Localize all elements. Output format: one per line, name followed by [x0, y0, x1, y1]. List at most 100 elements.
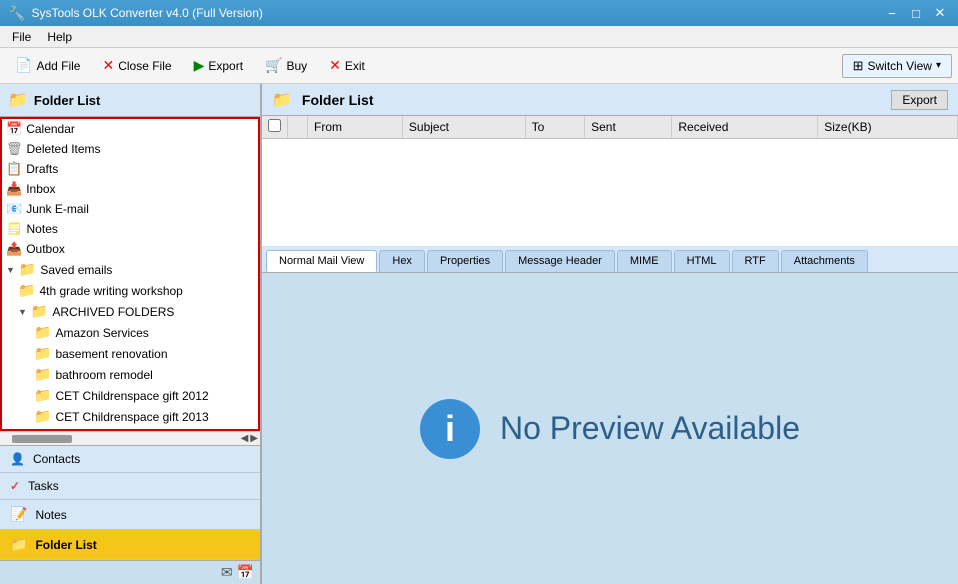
junk-icon: 📧 — [6, 201, 22, 217]
deleted-icon: 🗑 — [6, 141, 23, 157]
folder-list-header: 📁 Folder List — [0, 84, 260, 117]
col-flag — [288, 116, 308, 139]
expand-saved-icon: ▼ — [6, 265, 15, 275]
nav-tasks[interactable]: ✓ Tasks — [0, 473, 260, 500]
preview-area: i No Preview Available — [262, 273, 958, 584]
notes-icon: 🗒 — [6, 221, 23, 237]
menu-help[interactable]: Help — [39, 28, 80, 46]
tree-item-inbox[interactable]: 📥 Inbox — [2, 179, 258, 199]
tab-mime[interactable]: MIME — [617, 250, 672, 272]
tab-hex[interactable]: Hex — [379, 250, 425, 272]
tab-attachments[interactable]: Attachments — [781, 250, 868, 272]
exit-button[interactable]: ✕ Exit — [320, 53, 374, 78]
menu-file[interactable]: File — [4, 28, 39, 46]
preview-info-icon: i — [420, 399, 480, 459]
buy-icon: 🛒 — [265, 57, 282, 74]
scroll-left-arrow[interactable]: ◀ — [241, 433, 249, 444]
tree-item-outbox[interactable]: 📤 Outbox — [2, 239, 258, 259]
amazon-folder-icon: 📁 — [34, 324, 51, 341]
add-file-icon: 📄 — [15, 57, 32, 74]
right-panel: 📁 Folder List Export From Subject To Sen… — [262, 84, 958, 584]
preview-text: No Preview Available — [500, 410, 800, 447]
menu-bar: File Help — [0, 26, 958, 48]
col-size: Size(KB) — [818, 116, 958, 139]
app-title: SysTools OLK Converter v4.0 (Full Versio… — [31, 6, 262, 20]
tree-item-archived[interactable]: ▼ 📁 ARCHIVED FOLDERS — [2, 301, 258, 322]
drafts-icon: 📋 — [6, 161, 22, 177]
basement-folder-icon: 📁 — [34, 345, 51, 362]
tree-item-writing-workshop[interactable]: 📁 4th grade writing workshop — [2, 280, 258, 301]
envelope-icon: ✉ — [221, 564, 233, 581]
switch-view-button[interactable]: ⊞ Switch View ▾ — [842, 54, 952, 78]
select-all-checkbox[interactable] — [268, 119, 281, 132]
close-file-button[interactable]: ✕ Close File — [93, 53, 180, 78]
right-folder-title: Folder List — [302, 92, 374, 108]
tree-item-cet2013[interactable]: 📁 CET Childrenspace gift 2013 — [2, 406, 258, 427]
tree-item-notes[interactable]: 🗒 Notes — [2, 219, 258, 239]
close-file-icon: ✕ — [102, 57, 114, 74]
nav-folder-icon: 📁 — [10, 536, 27, 553]
col-to: To — [525, 116, 584, 139]
tab-properties[interactable]: Properties — [427, 250, 503, 272]
folder-list-icon: 📁 — [8, 90, 28, 110]
folder-tree[interactable]: 📅 Calendar 🗑 Deleted Items 📋 Drafts 📥 In… — [0, 117, 260, 431]
add-file-button[interactable]: 📄 Add File — [6, 53, 89, 78]
inbox-icon: 📥 — [6, 181, 22, 197]
export-icon: ▶ — [194, 57, 205, 74]
maximize-button[interactable]: □ — [906, 4, 926, 22]
exit-icon: ✕ — [329, 57, 341, 74]
nav-folder-list[interactable]: 📁 Folder List — [0, 530, 260, 560]
cet2012-folder-icon: 📁 — [34, 387, 51, 404]
left-panel: 📁 Folder List 📅 Calendar 🗑 Deleted Items… — [0, 84, 262, 584]
nav-notes[interactable]: 📝 Notes — [0, 500, 260, 530]
title-bar: 🔧 SysTools OLK Converter v4.0 (Full Vers… — [0, 0, 958, 26]
saved-folder-icon: 📁 — [19, 261, 36, 278]
col-received: Received — [672, 116, 818, 139]
tree-item-calendar[interactable]: 📅 Calendar — [2, 119, 258, 139]
col-subject: Subject — [402, 116, 525, 139]
export-right-button[interactable]: Export — [891, 90, 948, 110]
buy-button[interactable]: 🛒 Buy — [256, 53, 316, 78]
bathroom-folder-icon: 📁 — [34, 366, 51, 383]
outbox-icon: 📤 — [6, 241, 22, 257]
bottom-icons-bar: ✉ 📅 — [0, 560, 260, 584]
export-button[interactable]: ▶ Export — [185, 53, 252, 78]
tab-message-header[interactable]: Message Header — [505, 250, 615, 272]
preview-tabs: Normal Mail View Hex Properties Message … — [262, 246, 958, 273]
tree-item-bathroom[interactable]: 📁 bathroom remodel — [2, 364, 258, 385]
email-table: From Subject To Sent Received Size(KB) — [262, 116, 958, 139]
tab-normal-mail[interactable]: Normal Mail View — [266, 250, 377, 272]
tree-item-junk[interactable]: 📧 Junk E-mail — [2, 199, 258, 219]
app-icon: 🔧 — [8, 5, 25, 22]
main-layout: 📁 Folder List 📅 Calendar 🗑 Deleted Items… — [0, 84, 958, 584]
tree-item-drafts[interactable]: 📋 Drafts — [2, 159, 258, 179]
tree-item-cet2012[interactable]: 📁 CET Childrenspace gift 2012 — [2, 385, 258, 406]
col-sent: Sent — [585, 116, 672, 139]
tab-rtf[interactable]: RTF — [732, 250, 779, 272]
archived-folder-icon: 📁 — [31, 303, 48, 320]
expand-archived-icon: ▼ — [18, 307, 27, 317]
contacts-icon: 👤 — [10, 452, 25, 466]
minimize-button[interactable]: − — [882, 4, 902, 22]
col-check — [262, 116, 288, 139]
folder-list-title: Folder List — [34, 93, 100, 108]
right-panel-header: 📁 Folder List Export — [262, 84, 958, 116]
horizontal-scrollbar[interactable]: ◀ ▶ — [0, 431, 260, 445]
nav-contacts[interactable]: 👤 Contacts — [0, 446, 260, 473]
calendar-bottom-icon: 📅 — [237, 564, 254, 581]
tree-item-deleted[interactable]: 🗑 Deleted Items — [2, 139, 258, 159]
col-from: From — [308, 116, 403, 139]
switch-view-icon: ⊞ — [853, 58, 864, 74]
scroll-right-arrow[interactable]: ▶ — [250, 433, 258, 444]
right-folder-icon: 📁 — [272, 90, 292, 110]
email-table-container: From Subject To Sent Received Size(KB) — [262, 116, 958, 246]
writing-workshop-icon: 📁 — [18, 282, 35, 299]
tab-html[interactable]: HTML — [674, 250, 730, 272]
tasks-icon: ✓ — [10, 479, 20, 493]
tree-item-saved-emails[interactable]: ▼ 📁 Saved emails — [2, 259, 258, 280]
tree-item-basement[interactable]: 📁 basement renovation — [2, 343, 258, 364]
tree-item-amazon[interactable]: 📁 Amazon Services — [2, 322, 258, 343]
close-button[interactable]: ✕ — [930, 4, 950, 22]
calendar-icon: 📅 — [6, 121, 22, 137]
cet2013-folder-icon: 📁 — [34, 408, 51, 425]
